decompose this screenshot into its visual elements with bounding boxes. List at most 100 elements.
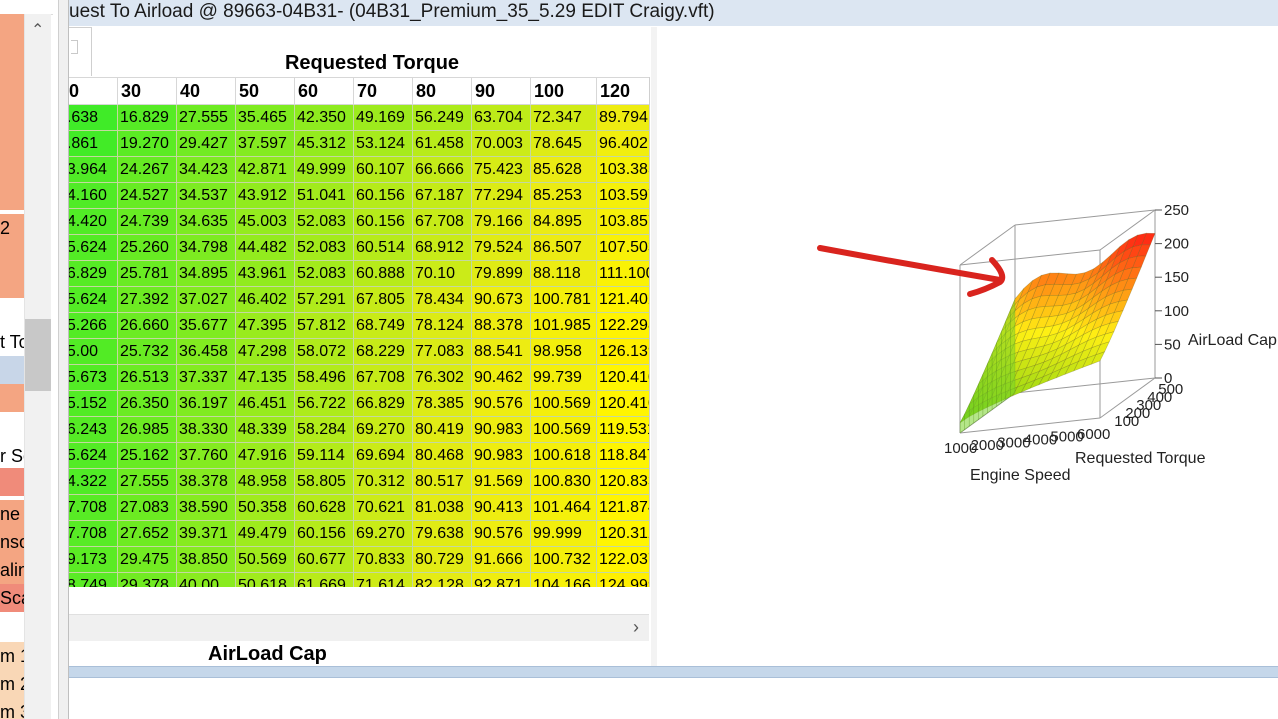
table-cell[interactable]: 66.829 (353, 390, 413, 417)
table-cell[interactable]: 101.464 (530, 494, 597, 521)
table-cell[interactable]: 67.805 (353, 286, 413, 313)
table-cell[interactable]: 81.038 (412, 494, 472, 521)
sidebar-item[interactable]: m 1 (0, 642, 24, 670)
table-cell[interactable]: 14.160 (69, 182, 118, 209)
table-cell[interactable]: 49.479 (235, 520, 295, 547)
table-cell[interactable]: 99.739 (530, 364, 597, 391)
sidebar-item[interactable] (0, 126, 24, 154)
table-cell[interactable]: 85.253 (530, 182, 597, 209)
sidebar-item[interactable] (0, 412, 24, 440)
table-cell[interactable]: 107.503 (596, 234, 649, 261)
table-row[interactable]: 14.32227.55538.37848.95858.80570.31280.5… (69, 468, 649, 495)
table-cell[interactable]: 26.350 (117, 390, 177, 417)
sidebar-item[interactable]: r Sc (0, 442, 24, 470)
table-cell[interactable]: 100.569 (530, 416, 597, 443)
table-cell[interactable]: 7.861 (69, 130, 118, 157)
table-cell[interactable]: 48.958 (235, 468, 295, 495)
table-cell[interactable]: 84.895 (530, 208, 597, 235)
table-cell[interactable]: 58.284 (294, 416, 354, 443)
table-cell[interactable]: 92.871 (471, 572, 531, 587)
table-cell[interactable]: 121.874 (596, 494, 649, 521)
panel-divider[interactable] (58, 0, 69, 719)
table-cell[interactable]: 38.850 (176, 546, 236, 573)
table-cell[interactable]: 34.635 (176, 208, 236, 235)
table-cell[interactable]: 78.434 (412, 286, 472, 313)
sidebar-item[interactable] (0, 614, 24, 642)
table-cell[interactable]: 6.638 (69, 104, 118, 131)
table-cell[interactable]: 82.128 (412, 572, 472, 587)
table-cell[interactable]: 79.166 (471, 208, 531, 235)
table-cell[interactable]: 25.781 (117, 260, 177, 287)
table-cell[interactable]: 19.173 (69, 546, 118, 573)
table-cell[interactable]: 69.270 (353, 520, 413, 547)
table-cell[interactable]: 90.576 (471, 520, 531, 547)
table-cell[interactable]: 122.037 (596, 546, 649, 573)
table-cell[interactable]: 90.576 (471, 390, 531, 417)
sidebar-item[interactable] (0, 70, 24, 98)
table-cell[interactable]: 120.410 (596, 364, 649, 391)
table-cell[interactable]: 60.677 (294, 546, 354, 573)
table-cell[interactable]: 61.669 (294, 572, 354, 587)
table-cell[interactable]: 89.794 (596, 104, 649, 131)
table-cell[interactable]: 124.999 (596, 572, 649, 587)
table-cell[interactable]: 76.302 (412, 364, 472, 391)
table-cell[interactable]: 67.708 (353, 364, 413, 391)
table-cell[interactable]: 70.621 (353, 494, 413, 521)
table-cell[interactable]: 27.083 (117, 494, 177, 521)
surface-chart[interactable]: 2502001501005001000200030004000500060001… (655, 200, 1278, 500)
table-cell[interactable]: 27.555 (117, 468, 177, 495)
table-cell[interactable]: 100.569 (530, 390, 597, 417)
sidebar-scrollbar[interactable]: ⌃ (24, 14, 51, 719)
table-body[interactable]: 6.63816.82927.55535.46542.35049.16956.24… (69, 104, 649, 587)
table-cell[interactable]: 69.270 (353, 416, 413, 443)
table-row[interactable]: 15.67326.51337.33747.13558.49667.70876.3… (69, 364, 649, 391)
table-cell[interactable]: 38.590 (176, 494, 236, 521)
column-header[interactable]: 70 (353, 77, 413, 105)
sidebar-item[interactable]: 2 (0, 214, 24, 242)
table-cell[interactable]: 99.999 (530, 520, 597, 547)
table-row[interactable]: 14.16024.52734.53743.91251.04160.15667.1… (69, 182, 649, 209)
column-header[interactable]: 60 (294, 77, 354, 105)
table-cell[interactable]: 119.531 (596, 416, 649, 443)
sidebar-item[interactable] (0, 242, 24, 270)
table-cell[interactable]: 52.083 (294, 208, 354, 235)
table-cell[interactable]: 42.350 (294, 104, 354, 131)
table-cell[interactable]: 85.628 (530, 156, 597, 183)
table-cell[interactable]: 77.083 (412, 338, 472, 365)
table-cell[interactable]: 80.517 (412, 468, 472, 495)
table-row[interactable]: 17.70827.08338.59050.35860.62870.62181.0… (69, 494, 649, 521)
table-cell[interactable]: 14.322 (69, 468, 118, 495)
table-cell[interactable]: 60.628 (294, 494, 354, 521)
horizontal-scrollbar[interactable]: › (69, 614, 649, 641)
bottom-panel-bar[interactable] (69, 666, 1278, 678)
table-cell[interactable]: 15.624 (69, 286, 118, 313)
table-cell[interactable]: 49.999 (294, 156, 354, 183)
table-cell[interactable]: 90.462 (471, 364, 531, 391)
table-row[interactable]: 15.62427.39237.02746.40257.29167.80578.4… (69, 286, 649, 313)
table-cell[interactable]: 34.423 (176, 156, 236, 183)
table-cell[interactable]: 43.961 (235, 260, 295, 287)
table-cell[interactable]: 100.781 (530, 286, 597, 313)
table-cell[interactable]: 103.597 (596, 182, 649, 209)
table-cell[interactable]: 79.899 (471, 260, 531, 287)
table-cell[interactable]: 24.267 (117, 156, 177, 183)
table-cell[interactable]: 69.694 (353, 442, 413, 469)
table-cell[interactable]: 100.830 (530, 468, 597, 495)
table-row[interactable]: 17.70827.65239.37149.47960.15669.27079.6… (69, 520, 649, 547)
table-cell[interactable]: 50.618 (235, 572, 295, 587)
table-cell[interactable]: 58.072 (294, 338, 354, 365)
table-cell[interactable]: 19.270 (117, 130, 177, 157)
table-cell[interactable]: 56.249 (412, 104, 472, 131)
column-header[interactable]: 30 (117, 77, 177, 105)
table-cell[interactable]: 126.139 (596, 338, 649, 365)
table-cell[interactable]: 60.514 (353, 234, 413, 261)
table-cell[interactable]: 40.00 (176, 572, 236, 587)
table-cell[interactable]: 46.451 (235, 390, 295, 417)
table-cell[interactable]: 37.337 (176, 364, 236, 391)
table-cell[interactable]: 90.673 (471, 286, 531, 313)
table-cell[interactable]: 91.569 (471, 468, 531, 495)
table-cell[interactable]: 111.100 (596, 260, 649, 287)
chevron-up-icon[interactable]: ⌃ (31, 20, 44, 40)
table-cell[interactable]: 121.402 (596, 286, 649, 313)
table-cell[interactable]: 68.912 (412, 234, 472, 261)
